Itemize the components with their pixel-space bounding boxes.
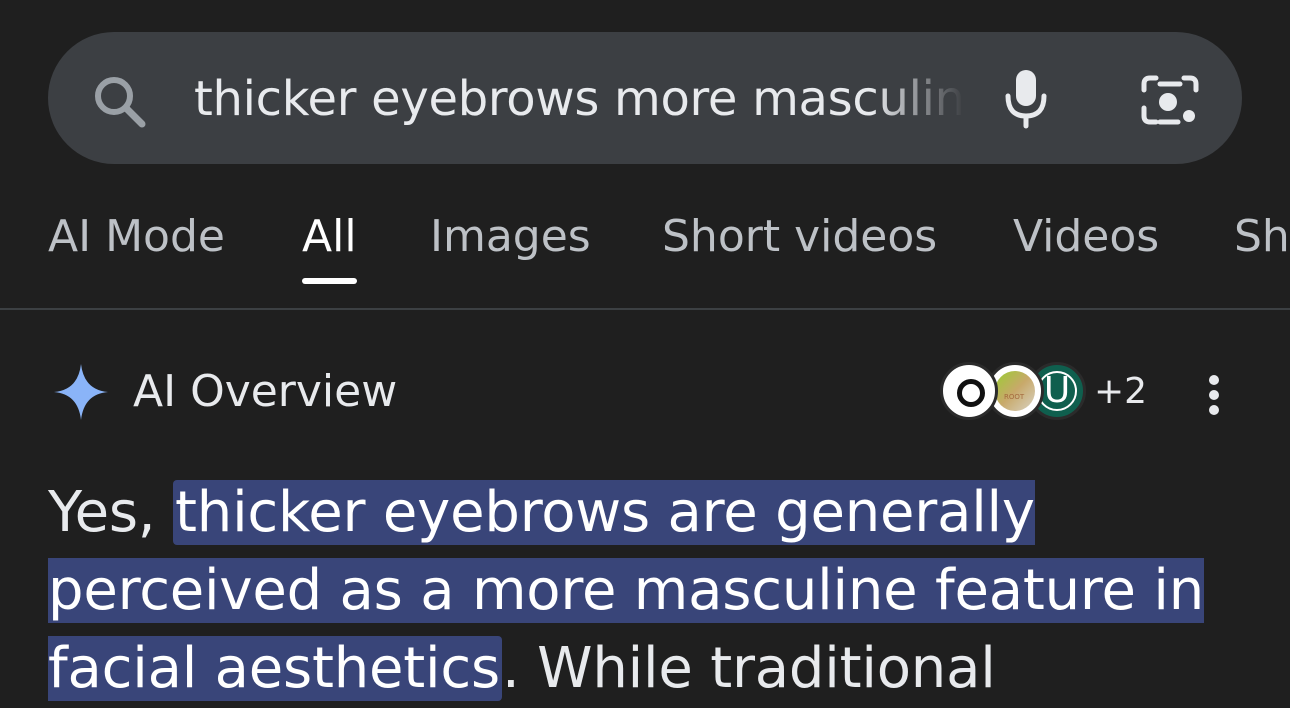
source-avatar-1[interactable]: [940, 362, 998, 420]
sparkle-icon: [54, 364, 108, 420]
search-input[interactable]: thicker eyebrows more masculine: [194, 64, 964, 134]
tab-short-videos[interactable]: Short videos: [662, 206, 937, 268]
tab-images[interactable]: Images: [430, 206, 591, 268]
tab-ai-mode[interactable]: AI Mode: [48, 206, 225, 268]
answer-suffix: . While traditional: [501, 636, 996, 701]
avatar-logo: [995, 371, 1035, 411]
tab-videos[interactable]: Videos: [1013, 206, 1159, 268]
mic-icon[interactable]: [1000, 66, 1052, 130]
ai-overview-title: AI Overview: [133, 366, 398, 417]
tabs-divider: [0, 308, 1290, 310]
search-tabs: AI Mode All Images Short videos Videos S…: [0, 206, 1290, 310]
more-sources-count[interactable]: +2: [1094, 368, 1147, 416]
avatar-logo-text: ROOT: [1004, 393, 1025, 401]
more-vert-icon[interactable]: [1200, 374, 1228, 416]
active-tab-indicator: [302, 278, 357, 284]
tab-shopping[interactable]: Sh: [1234, 206, 1290, 268]
answer-prefix: Yes,: [48, 480, 174, 545]
camera-lens-icon[interactable]: [1138, 72, 1202, 128]
tab-all[interactable]: All: [302, 206, 357, 268]
search-icon[interactable]: [90, 73, 150, 129]
ai-overview-answer: Yes, thicker eyebrows are generally perc…: [48, 474, 1268, 708]
